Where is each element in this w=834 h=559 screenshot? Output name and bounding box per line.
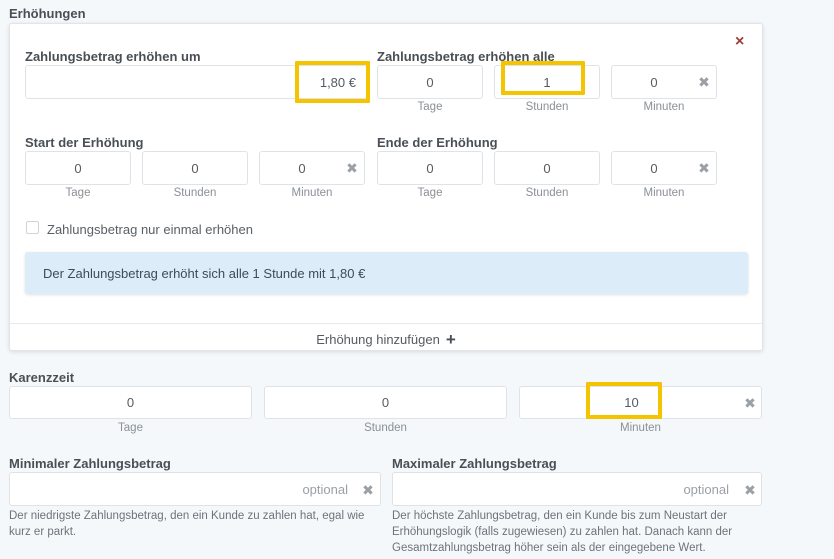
min-amount-placeholder: optional [302,481,348,497]
grace-hours-input[interactable]: 0 [264,386,507,419]
clear-icon[interactable]: ✖ [697,73,711,91]
grace-days-value: 0 [126,395,135,410]
section-title-increases: Erhöhungen [9,6,86,21]
end-minutes-unit: Minuten [643,187,685,199]
grace-days-unit: Tage [118,422,143,434]
highlight-box-hours [501,61,585,95]
start-hours-value: 0 [191,160,199,176]
highlight-box-amount [295,61,370,103]
max-amount-help: Der höchste Zahlungsbetrag, den ein Kund… [392,510,733,554]
start-days-unit: Tage [65,187,91,199]
start-hours-unit: Stunden [173,187,217,199]
increase-info-text: Der Zahlungsbetrag erhöht sich alle 1 St… [43,265,366,281]
increase-every-days-unit: Tage [417,101,443,113]
end-days-value: 0 [426,160,434,176]
end-days-unit: Tage [417,187,443,199]
increase-once-label[interactable]: Zahlungsbetrag nur einmal erhöhen [47,222,253,237]
min-amount-title: Minimaler Zahlungsbetrag [9,456,171,471]
grace-minutes-unit: Minuten [620,422,661,434]
clear-icon[interactable]: ✖ [743,394,757,412]
increase-every-days-input[interactable]: 0 [377,65,483,99]
end-hours-unit: Stunden [525,187,569,199]
start-days-input[interactable]: 0 [25,151,131,185]
increase-every-days-value: 0 [426,74,434,90]
clear-icon[interactable]: ✖ [743,481,757,499]
end-label: Ende der Erhöhung [377,135,498,150]
start-hours-input[interactable]: 0 [142,151,248,185]
end-hours-input[interactable]: 0 [494,151,600,185]
end-hours-value: 0 [543,160,551,176]
plus-icon: + [445,329,456,349]
end-minutes-value: 0 [650,160,658,176]
increase-by-label: Zahlungsbetrag erhöhen um [25,49,201,64]
clear-icon[interactable]: ✖ [361,481,375,499]
card-divider [10,323,762,324]
max-amount-placeholder: optional [683,481,729,497]
start-minutes-unit: Minuten [291,187,333,199]
increase-every-minutes-value: 0 [650,74,658,90]
min-amount-help: Der niedrigste Zahlungsbetrag, den ein K… [9,510,365,538]
end-days-input[interactable]: 0 [377,151,483,185]
close-icon[interactable]: × [735,34,744,50]
min-amount-input[interactable]: optional [9,472,381,506]
start-days-value: 0 [74,160,82,176]
max-amount-title: Maximaler Zahlungsbetrag [392,456,557,471]
grace-title: Karenzzeit [9,370,75,385]
highlight-box-grace-minutes [586,382,662,419]
max-amount-input[interactable]: optional [392,472,762,506]
grace-hours-value: 0 [381,395,390,410]
start-label: Start der Erhöhung [25,135,144,150]
increase-every-hours-unit: Stunden [525,101,569,113]
increase-once-checkbox[interactable] [26,221,39,234]
clear-icon[interactable]: ✖ [345,159,359,177]
add-increase-button[interactable]: Erhöhung hinzufügen + [10,328,762,350]
clear-icon[interactable]: ✖ [697,159,711,177]
increase-every-minutes-unit: Minuten [643,101,685,113]
grace-days-input[interactable]: 0 [9,386,252,419]
add-increase-label: Erhöhung hinzufügen [316,331,440,347]
grace-hours-unit: Stunden [364,422,407,434]
increase-info-alert: Der Zahlungsbetrag erhöht sich alle 1 St… [25,252,748,294]
start-minutes-value: 0 [298,160,306,176]
